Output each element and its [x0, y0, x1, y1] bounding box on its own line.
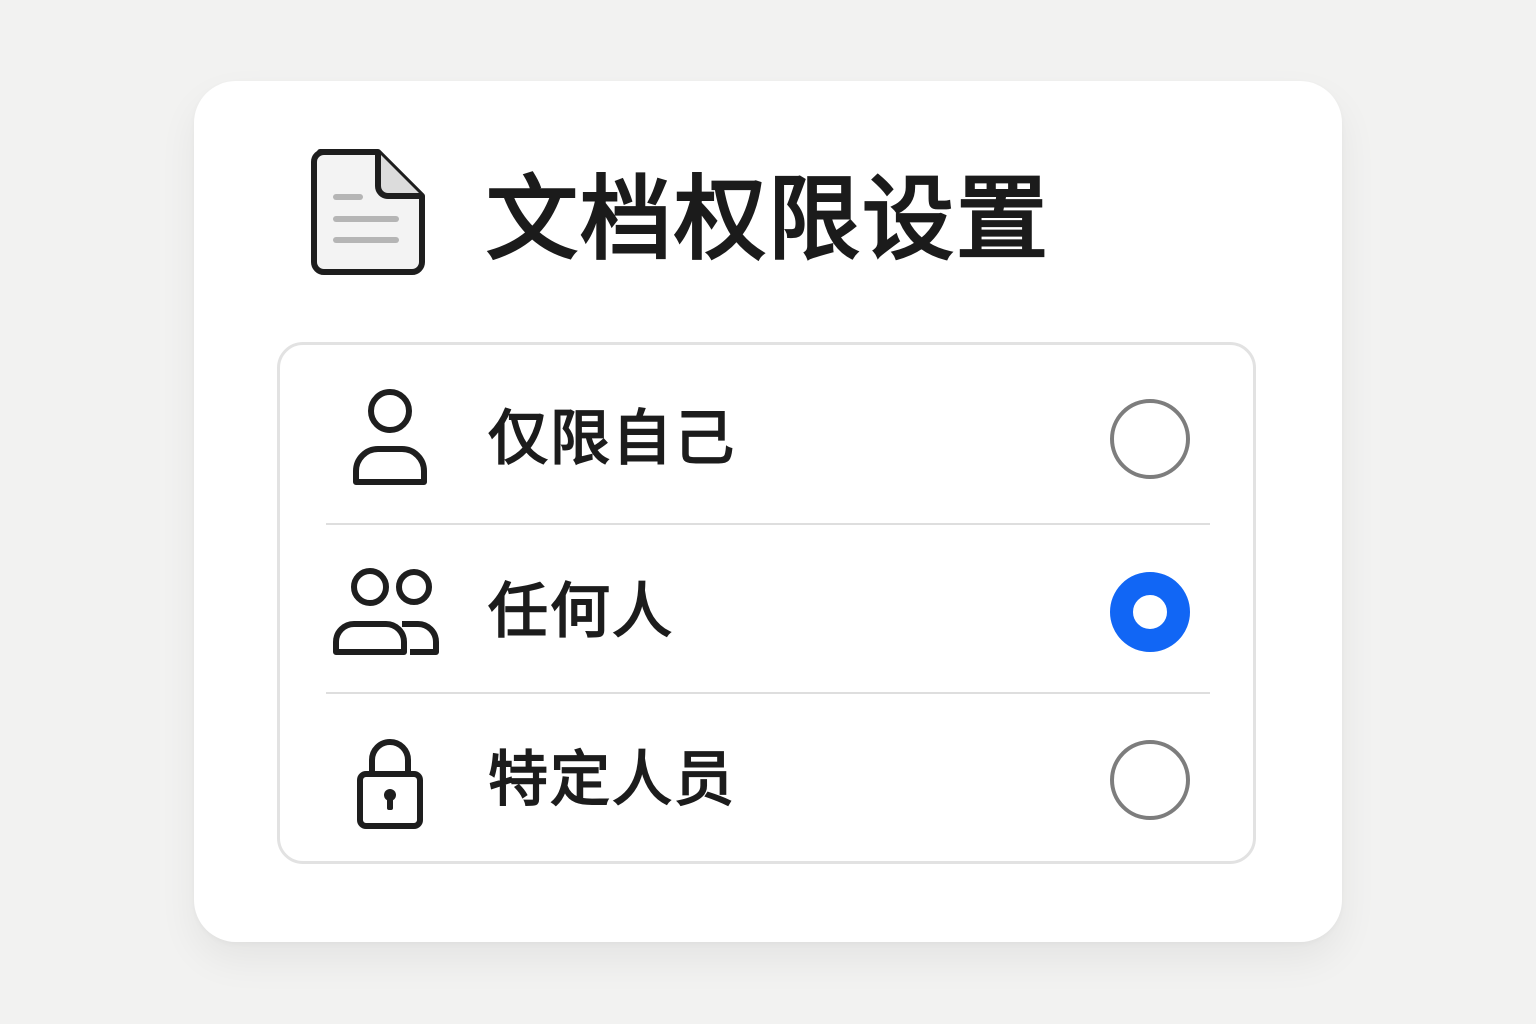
- document-icon: [311, 149, 425, 275]
- person-icon: [353, 389, 427, 485]
- lock-icon: [357, 739, 423, 829]
- radio-button[interactable]: [1110, 399, 1190, 479]
- radio-button-selected[interactable]: [1110, 572, 1190, 652]
- option-only-me[interactable]: 仅限自己: [280, 354, 1253, 524]
- option-anyone[interactable]: 任何人: [280, 527, 1253, 697]
- permission-options-list: 仅限自己 任何人 特定人员: [277, 342, 1256, 864]
- page-title: 文档权限设置: [486, 166, 1051, 273]
- permission-card: 文档权限设置 仅限自己 任何人 特定人员: [194, 81, 1342, 942]
- option-label: 任何人: [488, 577, 674, 647]
- divider: [326, 692, 1210, 694]
- option-label: 特定人员: [488, 745, 736, 815]
- option-label: 仅限自己: [488, 404, 736, 474]
- divider: [326, 523, 1210, 525]
- option-specific-people[interactable]: 特定人员: [280, 695, 1253, 865]
- people-icon: [333, 568, 439, 655]
- radio-button[interactable]: [1110, 740, 1190, 820]
